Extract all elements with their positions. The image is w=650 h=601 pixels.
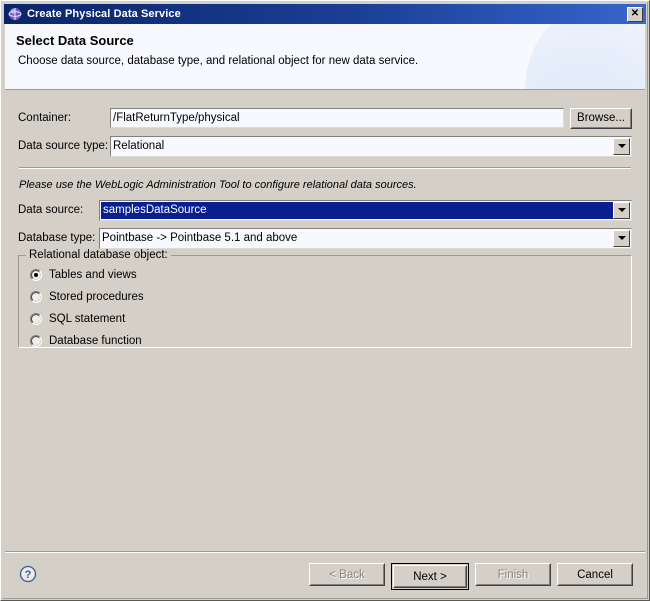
close-button[interactable]: ✕ <box>627 6 643 22</box>
data-source-label: Data source: <box>18 204 84 216</box>
globe-icon <box>8 8 22 20</box>
chevron-down-icon[interactable] <box>613 137 630 155</box>
relational-database-object-group: Relational database object: Tables and v… <box>18 249 632 349</box>
create-physical-data-service-dialog: Create Physical Data Service ✕ Select Da… <box>0 0 650 601</box>
radio-label: Tables and views <box>49 269 137 281</box>
chevron-down-icon[interactable] <box>613 229 630 247</box>
section-divider <box>19 167 631 169</box>
data-source-type-combo[interactable]: Relational <box>110 135 632 157</box>
dialog-footer: ? < Back Next > Finish Cancel <box>5 551 645 596</box>
radio-unselected-icon <box>30 291 42 303</box>
svg-text:?: ? <box>25 569 32 581</box>
radio-unselected-icon <box>30 335 42 347</box>
database-type-combo[interactable]: Pointbase -> Pointbase 5.1 and above <box>99 227 632 249</box>
dialog-body: Container: /FlatReturnType/physical Brow… <box>5 91 645 551</box>
radio-database-function[interactable]: Database function <box>30 333 142 349</box>
container-row: Container: /FlatReturnType/physical Brow… <box>18 107 632 129</box>
header-watermark-graphic <box>525 24 645 89</box>
finish-button[interactable]: Finish <box>475 563 551 586</box>
container-label: Container: <box>18 112 72 124</box>
cancel-button[interactable]: Cancel <box>557 563 633 586</box>
data-source-type-label: Data source type: <box>18 140 109 152</box>
database-type-label: Database type: <box>18 232 96 244</box>
next-button-default-frame: Next > <box>391 563 469 590</box>
wizard-button-group: < Back Next > Finish Cancel <box>309 563 633 590</box>
radio-label: Database function <box>49 335 142 347</box>
help-circle-icon[interactable]: ? <box>19 565 37 583</box>
radio-stored-procedures[interactable]: Stored procedures <box>30 289 144 305</box>
chevron-down-icon[interactable] <box>613 201 630 219</box>
database-type-row: Database type: Pointbase -> Pointbase 5.… <box>18 227 632 249</box>
page-title: Select Data Source <box>16 33 134 48</box>
weblogic-note: Please use the WebLogic Administration T… <box>19 179 417 191</box>
data-source-combo[interactable]: samplesDataSource <box>99 199 632 221</box>
back-button[interactable]: < Back <box>309 563 385 586</box>
next-button[interactable]: Next > <box>393 565 467 588</box>
radio-label: Stored procedures <box>49 291 144 303</box>
radio-label: SQL statement <box>49 313 126 325</box>
radio-sql-statement[interactable]: SQL statement <box>30 311 125 327</box>
data-source-type-row: Data source type: Relational <box>18 135 632 157</box>
close-icon: ✕ <box>630 8 640 19</box>
dialog-inner-frame: Create Physical Data Service ✕ Select Da… <box>2 2 648 599</box>
radio-unselected-icon <box>30 313 42 325</box>
data-source-value: samplesDataSource <box>101 201 613 219</box>
data-source-row: Data source: samplesDataSource <box>18 199 632 221</box>
data-source-type-value: Relational <box>111 136 613 156</box>
group-title: Relational database object: <box>26 249 171 261</box>
title-bar: Create Physical Data Service ✕ <box>4 4 646 24</box>
window-title: Create Physical Data Service <box>27 8 181 20</box>
browse-button[interactable]: Browse... <box>570 107 632 129</box>
page-subtitle: Choose data source, database type, and r… <box>18 55 419 67</box>
container-input[interactable]: /FlatReturnType/physical <box>110 108 564 128</box>
wizard-header: Select Data Source Choose data source, d… <box>5 24 645 90</box>
radio-tables-and-views[interactable]: Tables and views <box>30 267 137 283</box>
radio-selected-icon <box>30 269 42 281</box>
database-type-value: Pointbase -> Pointbase 5.1 and above <box>100 228 613 248</box>
